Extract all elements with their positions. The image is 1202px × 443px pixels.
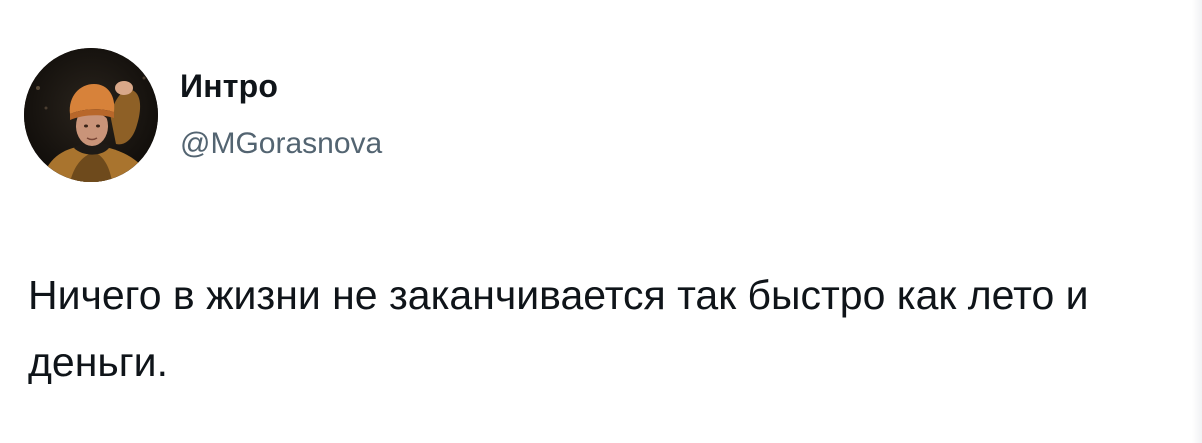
tweet-card: Интро @MGorasnova Ничего в жизни не зака… (0, 0, 1202, 443)
display-name[interactable]: Интро (180, 68, 278, 105)
avatar[interactable] (24, 48, 158, 182)
scrollbar-edge (1192, 0, 1202, 443)
user-handle[interactable]: @MGorasnova (180, 127, 382, 161)
user-avatar-photo (24, 48, 158, 182)
tweet-text: Ничего в жизни не заканчивается так быст… (28, 272, 1089, 385)
